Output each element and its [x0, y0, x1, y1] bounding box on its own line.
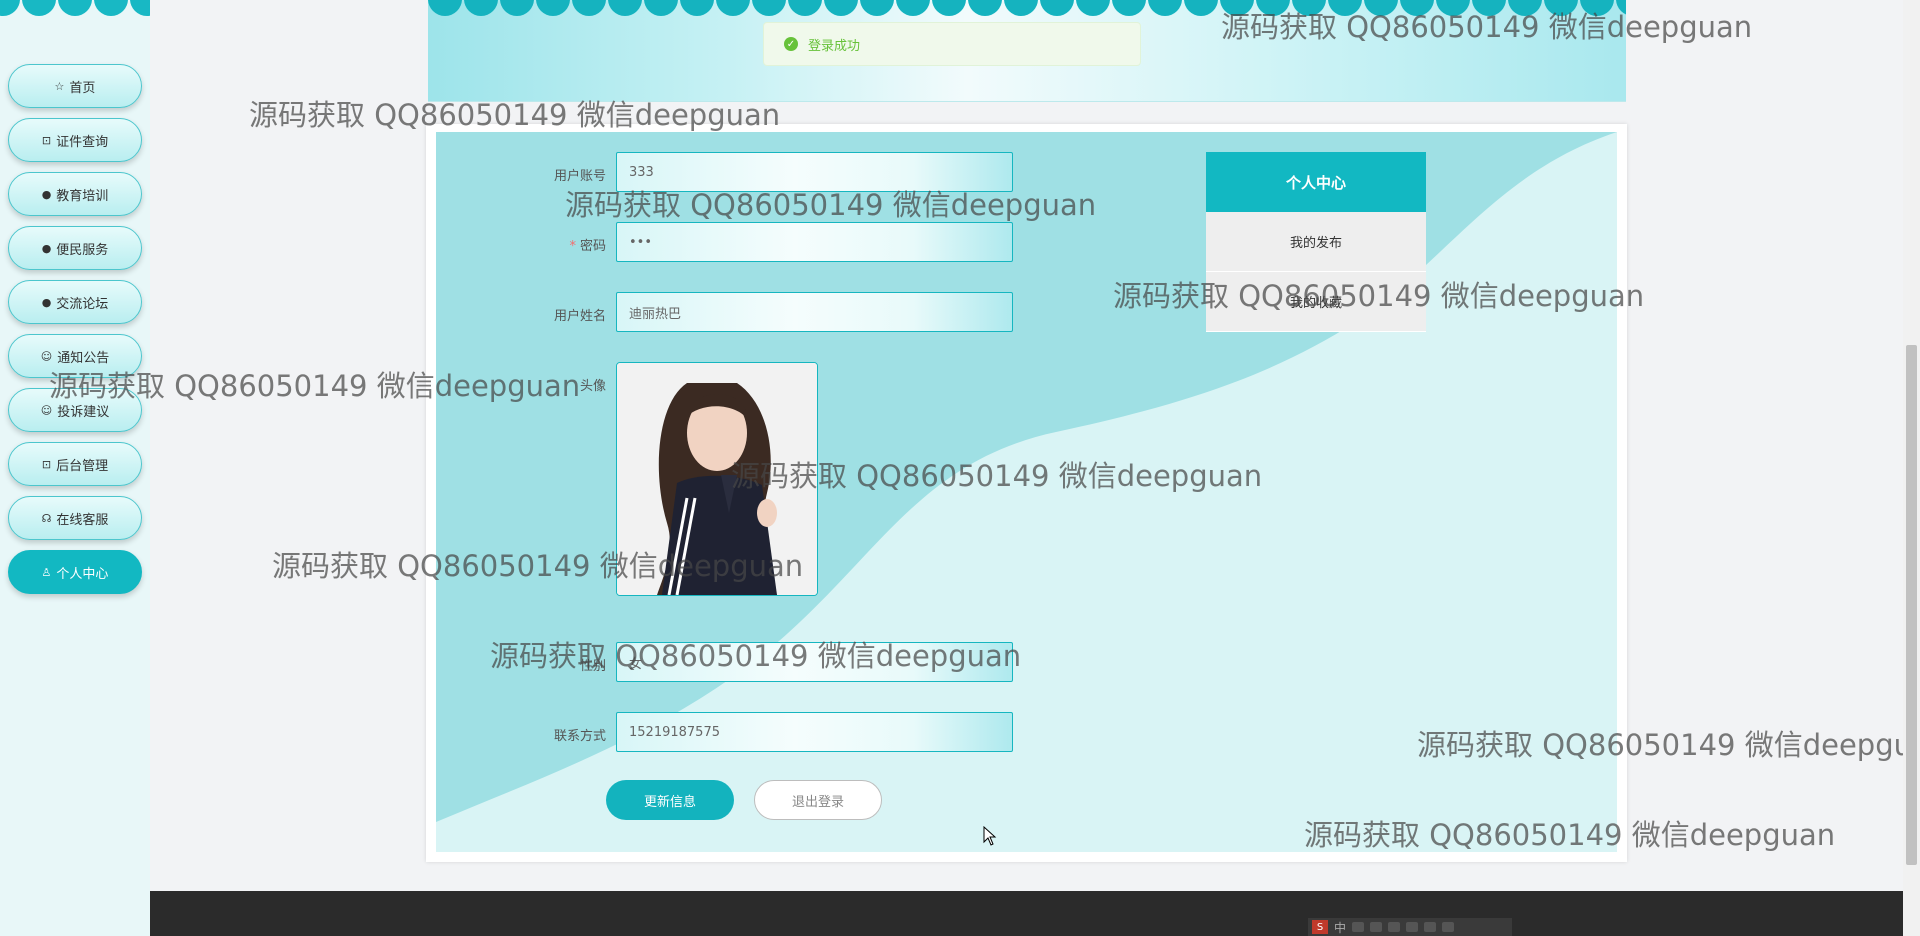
toast-message: 登录成功	[808, 38, 861, 54]
account-input[interactable]	[616, 152, 1013, 192]
nav-item-label: 证件查询	[56, 134, 109, 150]
page-scrollbar[interactable]	[1903, 0, 1920, 936]
password-label: * 密码	[486, 235, 606, 254]
password-label-text: 密码	[579, 239, 606, 254]
nav-item-label: 教育培训	[56, 188, 109, 204]
avatar-upload[interactable]	[616, 362, 818, 596]
personal-center-title: 个人中心	[1206, 152, 1426, 212]
user-icon: ♙	[41, 565, 52, 579]
personal-center-menu: 个人中心 我的发布 我的收藏	[1206, 152, 1426, 332]
bag-icon: ⊡	[41, 457, 52, 471]
left-nav: ☆ 首页 ⊡ 证件查询 ● 教育培训 ● 便民服务 ● 交流论坛 ☺ 通知公告 …	[0, 0, 150, 936]
shirt-icon	[1424, 922, 1437, 932]
nav-item-home[interactable]: ☆ 首页	[8, 64, 142, 108]
nav-item-forum[interactable]: ● 交流论坛	[8, 280, 142, 324]
success-toast: ✓ 登录成功	[763, 22, 1141, 66]
gender-label: 性别	[579, 659, 606, 674]
phone-label: 联系方式	[553, 729, 606, 744]
nav-item-label: 交流论坛	[56, 296, 109, 312]
nav-item-complaint[interactable]: ☺ 投诉建议	[8, 388, 142, 432]
required-asterisk: *	[569, 239, 576, 254]
smile-icon: ☺	[40, 349, 53, 363]
nav-item-notice[interactable]: ☺ 通知公告	[8, 334, 142, 378]
password-input[interactable]	[616, 222, 1013, 262]
bag-icon: ⊡	[41, 133, 52, 147]
nav-item-admin[interactable]: ⊡ 后台管理	[8, 442, 142, 486]
nav-item-customer-service[interactable]: ☊ 在线客服	[8, 496, 142, 540]
phone-input[interactable]	[616, 712, 1013, 752]
mouse-cursor-icon	[983, 826, 997, 846]
ime-mode-label: 中	[1334, 920, 1347, 935]
header-scallop-decoration	[428, 0, 1626, 18]
nav-item-label: 在线客服	[56, 512, 109, 528]
punctuation-icon	[1370, 922, 1383, 932]
nav-item-label: 投诉建议	[57, 404, 110, 420]
name-label: 用户姓名	[553, 309, 606, 324]
page-footer	[150, 891, 1903, 936]
watermark-text: 源码获取 QQ86050149 微信deepguan	[1417, 728, 1903, 762]
gender-select[interactable]	[616, 642, 1013, 682]
nav-item-certificate-query[interactable]: ⊡ 证件查询	[8, 118, 142, 162]
gear-icon	[1442, 922, 1455, 932]
avatar-label: 头像	[579, 379, 606, 394]
nav-item-label: 个人中心	[56, 566, 109, 582]
nav-item-label: 后台管理	[56, 458, 109, 474]
avatar-image	[617, 363, 817, 595]
star-icon: ☆	[54, 79, 65, 93]
nav-item-label: 通知公告	[57, 350, 110, 366]
nav-item-convenience-service[interactable]: ● 便民服务	[8, 226, 142, 270]
question-icon: ●	[41, 241, 52, 255]
scrollbar-thumb[interactable]	[1906, 345, 1917, 865]
info-icon: ●	[41, 295, 52, 309]
menu-item-my-favorites[interactable]: 我的收藏	[1206, 272, 1426, 332]
logout-button[interactable]: 退出登录	[754, 780, 882, 820]
update-info-button[interactable]: 更新信息	[606, 780, 734, 820]
moon-icon	[1352, 922, 1365, 932]
keyboard-icon	[1388, 922, 1401, 932]
smile-icon: ☺	[40, 403, 53, 417]
nav-item-label: 首页	[69, 80, 96, 96]
nav-item-label: 便民服务	[56, 242, 109, 258]
toolbox-icon	[1406, 922, 1419, 932]
success-check-icon: ✓	[784, 37, 798, 51]
watermark-clip: 源码获取 QQ86050149 微信deepguan	[1417, 722, 1903, 766]
headset-icon: ☊	[41, 511, 52, 525]
menu-item-my-posts[interactable]: 我的发布	[1206, 212, 1426, 272]
info-icon: ●	[41, 187, 52, 201]
account-label: 用户账号	[553, 169, 606, 184]
nav-item-education[interactable]: ● 教育培训	[8, 172, 142, 216]
nav-scallop-decoration	[0, 0, 150, 18]
nav-item-personal-center[interactable]: ♙ 个人中心	[8, 550, 142, 594]
name-input[interactable]	[616, 292, 1013, 332]
ime-toolbar[interactable]: S 中	[1308, 918, 1512, 936]
ime-logo-icon: S	[1312, 920, 1328, 934]
